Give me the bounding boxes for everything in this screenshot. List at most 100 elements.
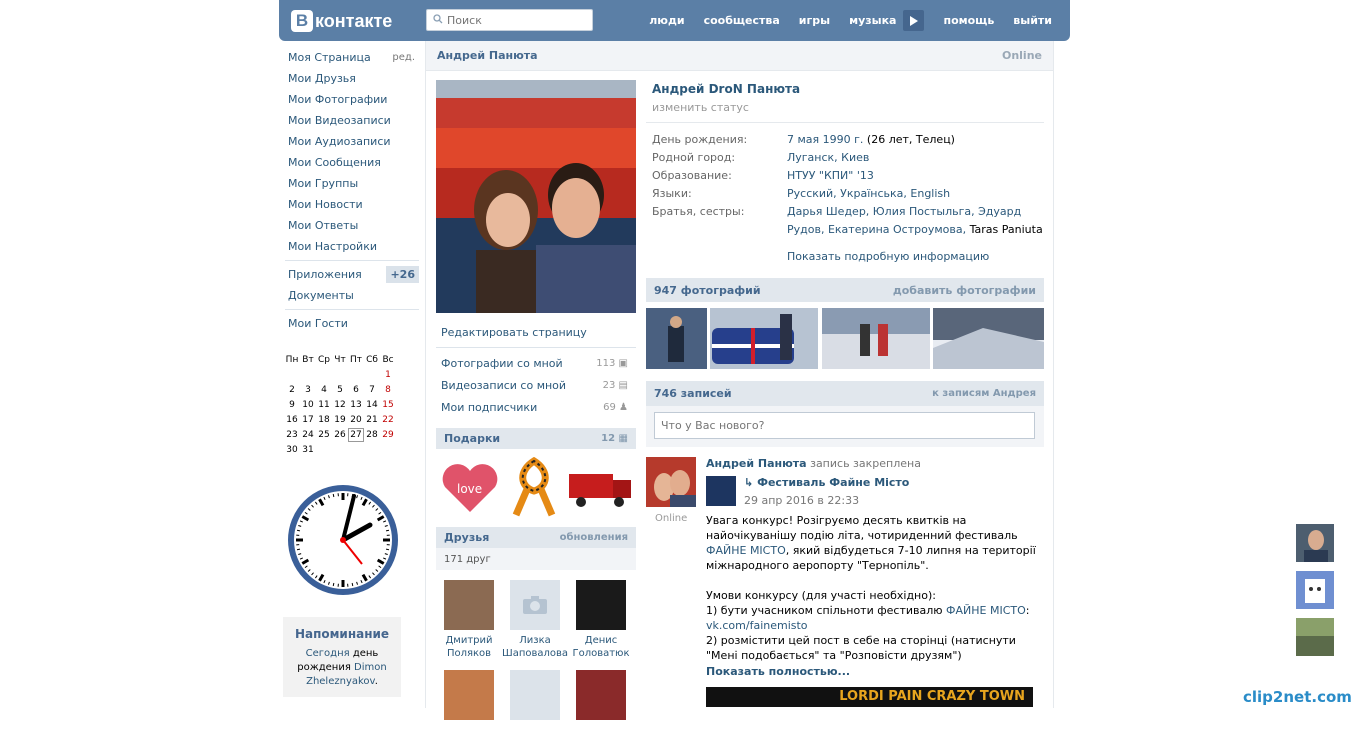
community-url-link[interactable]: vk.com/fainemisto xyxy=(706,619,808,632)
nav-people[interactable]: люди xyxy=(649,14,684,27)
birthday-link[interactable]: 7 мая 1990 г. xyxy=(787,133,863,146)
calendar-day[interactable]: 17 xyxy=(300,415,316,425)
search-input[interactable] xyxy=(447,14,587,27)
sidebar-item-guests[interactable]: Мои Гости xyxy=(279,313,425,334)
friend-card[interactable]: Лизка Шаповалова xyxy=(502,580,568,660)
wall-all-posts-link[interactable]: к записям Андрея xyxy=(932,388,1036,399)
calendar-day[interactable]: 12 xyxy=(332,400,348,410)
calendar-day[interactable]: 31 xyxy=(300,445,316,455)
calendar-day[interactable]: 26 xyxy=(332,430,348,440)
sidebar-item-docs[interactable]: Документы xyxy=(279,285,425,306)
gifts-header[interactable]: Подарки 12 ▦ xyxy=(436,428,636,449)
show-full-post-link[interactable]: Показать полностью... xyxy=(706,665,1036,678)
sidebar-item-answers[interactable]: Мои Ответы xyxy=(279,215,425,236)
friend-card[interactable]: Денис Головатюк xyxy=(568,580,634,660)
sidebar-item-groups[interactable]: Мои Группы xyxy=(279,173,425,194)
calendar-day[interactable]: 15 xyxy=(380,400,396,410)
calendar-day[interactable]: 19 xyxy=(332,415,348,425)
friend-card[interactable] xyxy=(568,670,634,724)
dock-avatar[interactable] xyxy=(1296,524,1334,562)
calendar-day[interactable]: 7 xyxy=(364,385,380,395)
calendar-day[interactable]: 21 xyxy=(364,415,380,425)
hometown-link[interactable]: Луганск, Киев xyxy=(787,149,1044,167)
post-banner-image[interactable]: LORDI PAIN CRAZY TOWN xyxy=(706,687,1033,707)
dock-bot-icon[interactable] xyxy=(1296,571,1334,609)
change-status-link[interactable]: изменить статус xyxy=(652,101,1044,114)
calendar-day[interactable]: 9 xyxy=(284,400,300,410)
festival-link[interactable]: ФАЙНЕ МІСТО xyxy=(706,544,786,557)
calendar-day[interactable]: 5 xyxy=(332,385,348,395)
add-photos-link[interactable]: добавить фотографии xyxy=(893,284,1036,297)
show-more-info-link[interactable]: Показать подробную информацию xyxy=(787,248,1044,266)
edit-page-link[interactable]: Редактировать страницу xyxy=(436,321,636,343)
subscribers-link[interactable]: Мои подписчики 69 ♟ xyxy=(436,396,636,418)
calendar-day[interactable]: 22 xyxy=(380,415,396,425)
repost-source-avatar[interactable] xyxy=(706,476,736,506)
sidebar-item-photos[interactable]: Мои Фотографии xyxy=(279,89,425,110)
nav-music[interactable]: музыка xyxy=(849,14,896,27)
wall-header[interactable]: 746 записей к записям Андрея xyxy=(646,381,1044,406)
calendar-day[interactable]: 2 xyxy=(284,385,300,395)
post-date[interactable]: 29 апр 2016 в 22:33 xyxy=(744,494,909,507)
calendar-day[interactable]: 16 xyxy=(284,415,300,425)
calendar-day[interactable]: 25 xyxy=(316,430,332,440)
photo-thumb[interactable] xyxy=(646,308,707,369)
edit-link[interactable]: ред. xyxy=(392,52,415,63)
calendar-day[interactable]: 18 xyxy=(316,415,332,425)
calendar-day[interactable]: 29 xyxy=(380,430,396,440)
nav-logout[interactable]: выйти xyxy=(1013,14,1052,27)
calendar-day[interactable]: 1 xyxy=(380,370,396,380)
sidebar-item-videos[interactable]: Мои Видеозаписи xyxy=(279,110,425,131)
vk-logo[interactable]: В контакте xyxy=(291,9,392,33)
calendar-day[interactable]: 28 xyxy=(364,430,380,440)
post-author-avatar[interactable] xyxy=(646,457,696,507)
calendar-day[interactable]: 13 xyxy=(348,400,364,410)
profile-avatar[interactable] xyxy=(436,80,636,313)
calendar-day[interactable]: 8 xyxy=(380,385,396,395)
languages-link[interactable]: Русский, Українська, English xyxy=(787,185,1044,203)
friends-updates-link[interactable]: обновления xyxy=(560,532,628,543)
photo-thumb[interactable] xyxy=(710,308,818,369)
photo-thumb[interactable] xyxy=(822,308,930,369)
calendar-day[interactable]: 11 xyxy=(316,400,332,410)
heart-gift-icon[interactable]: love xyxy=(439,457,501,519)
new-post-input[interactable] xyxy=(654,412,1035,439)
sidebar-item-audio[interactable]: Мои Аудиозаписи xyxy=(279,131,425,152)
calendar-day[interactable]: 23 xyxy=(284,430,300,440)
friends-header[interactable]: Друзья обновления xyxy=(436,527,636,548)
search-box[interactable] xyxy=(426,9,593,31)
ribbon-gift-icon[interactable] xyxy=(508,457,560,519)
nav-help[interactable]: помощь xyxy=(943,14,994,27)
calendar-day[interactable]: 20 xyxy=(348,415,364,425)
education-link[interactable]: НТУУ "КПИ" '13 xyxy=(787,167,1044,185)
calendar-day[interactable]: 4 xyxy=(316,385,332,395)
nav-communities[interactable]: сообщества xyxy=(704,14,780,27)
truck-gift-icon[interactable] xyxy=(567,466,633,510)
play-button[interactable] xyxy=(903,10,924,31)
sidebar-item-news[interactable]: Мои Новости xyxy=(279,194,425,215)
calendar-day[interactable]: 14 xyxy=(364,400,380,410)
calendar-day[interactable]: 6 xyxy=(348,385,364,395)
sidebar-item-settings[interactable]: Мои Настройки xyxy=(279,236,425,257)
calendar-day[interactable]: 24 xyxy=(300,430,316,440)
friend-card[interactable] xyxy=(436,670,502,724)
reminder-today-link[interactable]: Сегодня xyxy=(306,648,350,659)
sidebar-item-friends[interactable]: Мои Друзья xyxy=(279,68,425,89)
sidebar-item-my-page[interactable]: Моя Страница ред. xyxy=(279,47,425,68)
dock-avatar[interactable] xyxy=(1296,618,1334,656)
post-author-name[interactable]: Андрей Панюта xyxy=(706,457,807,470)
nav-games[interactable]: игры xyxy=(799,14,830,27)
calendar-day[interactable]: 10 xyxy=(300,400,316,410)
photos-header[interactable]: 947 фотографий добавить фотографии xyxy=(646,278,1044,302)
festival-link-2[interactable]: ФАЙНЕ МІСТО xyxy=(946,604,1026,617)
friend-card[interactable] xyxy=(502,670,568,724)
sidebar-item-apps[interactable]: Приложения +26 xyxy=(279,264,425,285)
calendar-day[interactable]: 3 xyxy=(300,385,316,395)
photo-thumb[interactable] xyxy=(933,308,1044,369)
repost-source-link[interactable]: Фестиваль Файне Місто xyxy=(757,476,909,489)
calendar-day[interactable]: 30 xyxy=(284,445,300,455)
friend-card[interactable]: Дмитрий Поляков xyxy=(436,580,502,660)
videos-with-me-link[interactable]: Видеозаписи со мной 23 ▤ xyxy=(436,374,636,396)
sidebar-item-messages[interactable]: Мои Сообщения xyxy=(279,152,425,173)
calendar-day[interactable]: 27 xyxy=(348,428,364,442)
